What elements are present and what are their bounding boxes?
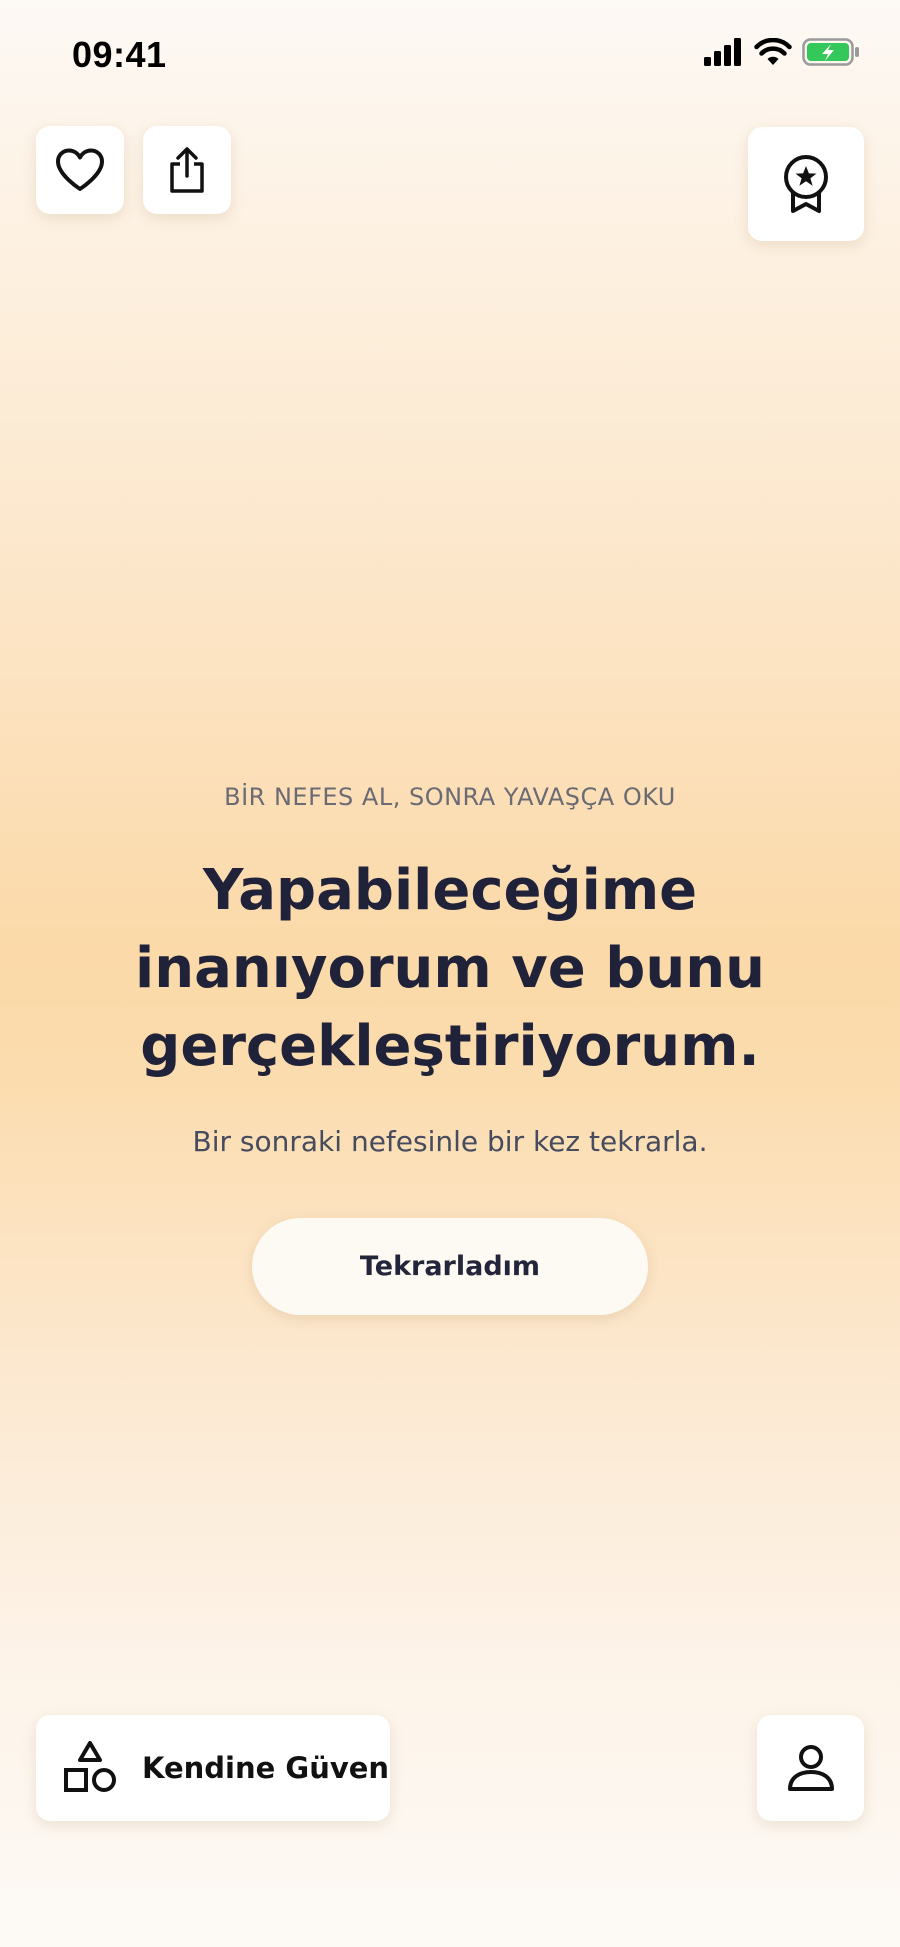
battery-charging-icon (802, 38, 859, 66)
affirmation-section: BİR NEFES AL, SONRA YAVAŞÇA OKU Yapabile… (0, 770, 900, 1162)
wifi-icon (754, 38, 792, 65)
category-label: Kendine Güven (142, 1751, 390, 1785)
share-icon (170, 147, 204, 193)
user-icon (787, 1745, 834, 1791)
share-button[interactable] (143, 126, 231, 214)
repeated-button[interactable]: Tekrarladım (252, 1218, 648, 1315)
cellular-signal-icon (704, 38, 741, 66)
status-icons (704, 38, 860, 66)
award-button[interactable] (748, 127, 864, 241)
award-ribbon-icon (784, 155, 828, 213)
favorite-button[interactable] (36, 126, 124, 214)
profile-button[interactable] (757, 1715, 864, 1821)
affirmation-text: Yapabileceğime inanıyorum ve bunu gerçek… (135, 858, 765, 1079)
breathing-hint: BİR NEFES AL, SONRA YAVAŞÇA OKU (224, 783, 676, 811)
category-button[interactable]: Kendine Güven (36, 1715, 390, 1821)
heart-icon (56, 148, 104, 191)
repeat-instruction: Bir sonraki nefesinle bir kez tekrarla. (192, 1125, 708, 1158)
shapes-icon (64, 1741, 116, 1792)
status-time: 09:41 (72, 34, 167, 75)
status-bar: 09:41 (0, 0, 900, 112)
